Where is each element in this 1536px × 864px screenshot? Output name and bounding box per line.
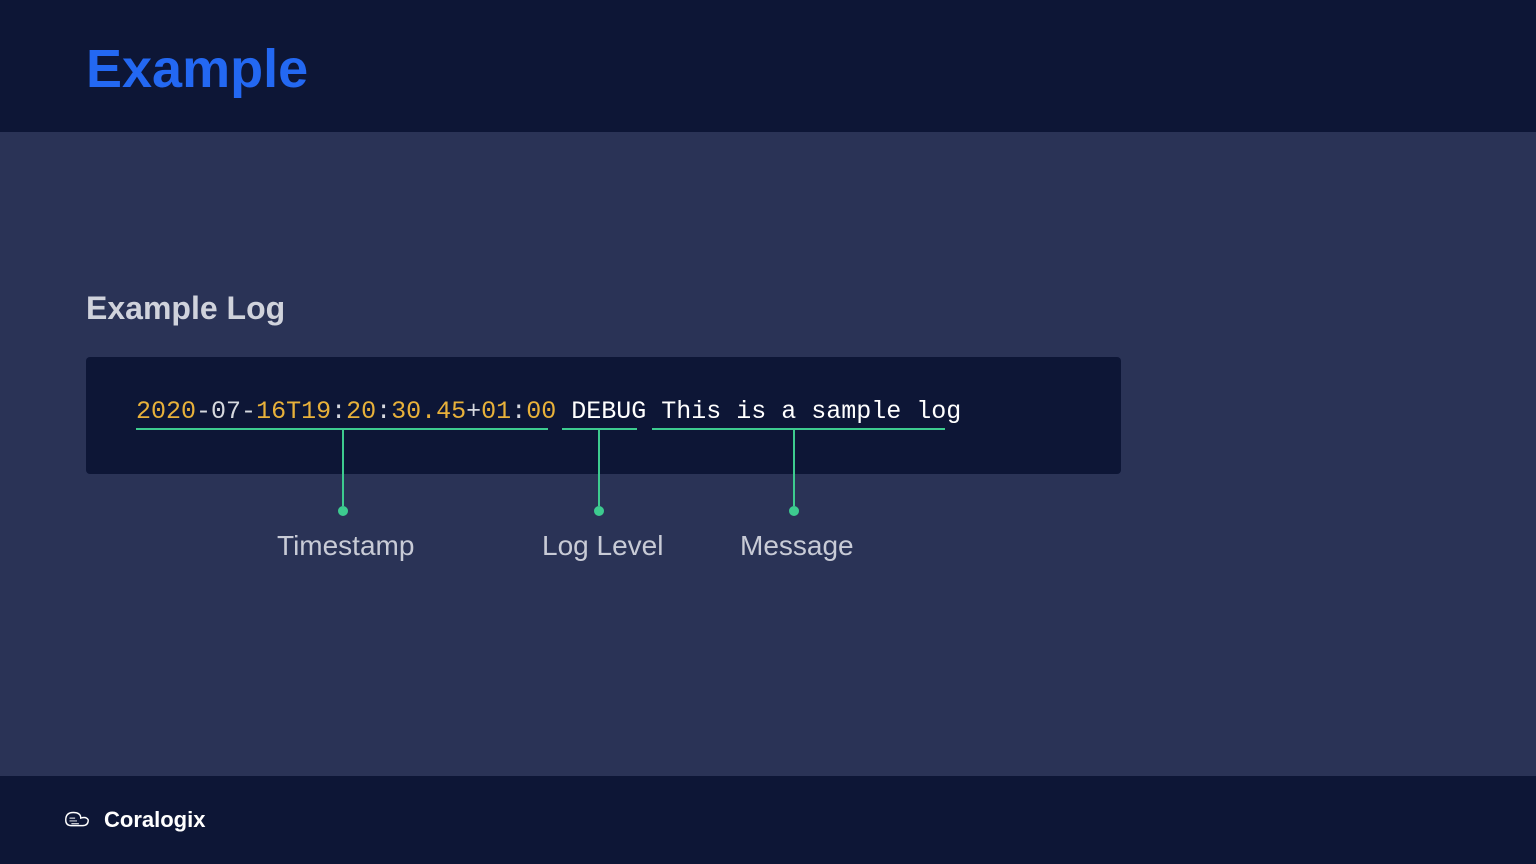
connector-level xyxy=(598,428,600,506)
header-bar: Example xyxy=(0,0,1536,132)
underline-message xyxy=(652,428,945,430)
log-year: 2020 xyxy=(136,397,196,426)
log-c2: : xyxy=(376,397,391,426)
log-month: 07 xyxy=(211,397,241,426)
code-block: 2020-07-16T19:20:30.45+01:00 DEBUG This … xyxy=(86,357,1121,474)
log-oh: 01 xyxy=(481,397,511,426)
section-title: Example Log xyxy=(86,290,1536,327)
brand-name: Coralogix xyxy=(104,807,205,833)
label-timestamp: Timestamp xyxy=(277,530,414,562)
log-sec: 30.45 xyxy=(391,397,466,426)
log-t: T19 xyxy=(286,397,331,426)
log-om: 00 xyxy=(526,397,556,426)
log-c3: : xyxy=(511,397,526,426)
coralogix-logo-icon xyxy=(62,805,92,835)
log-dash2: - xyxy=(241,397,256,426)
log-message: This is a sample log xyxy=(661,397,961,426)
log-day: 16 xyxy=(256,397,286,426)
log-min: 20 xyxy=(346,397,376,426)
log-space2 xyxy=(646,397,661,426)
footer-bar: Coralogix xyxy=(0,776,1536,864)
log-level: DEBUG xyxy=(571,397,646,426)
log-dash1: - xyxy=(196,397,211,426)
connector-timestamp xyxy=(342,428,344,506)
log-plus: + xyxy=(466,397,481,426)
connector-message xyxy=(793,428,795,506)
log-c1: : xyxy=(331,397,346,426)
dot-level xyxy=(594,506,604,516)
log-space xyxy=(556,397,571,426)
slide-title: Example xyxy=(86,38,1536,100)
label-level: Log Level xyxy=(542,530,663,562)
dot-timestamp xyxy=(338,506,348,516)
dot-message xyxy=(789,506,799,516)
label-message: Message xyxy=(740,530,854,562)
main-content: Example Log 2020-07-16T19:20:30.45+01:00… xyxy=(0,132,1536,474)
